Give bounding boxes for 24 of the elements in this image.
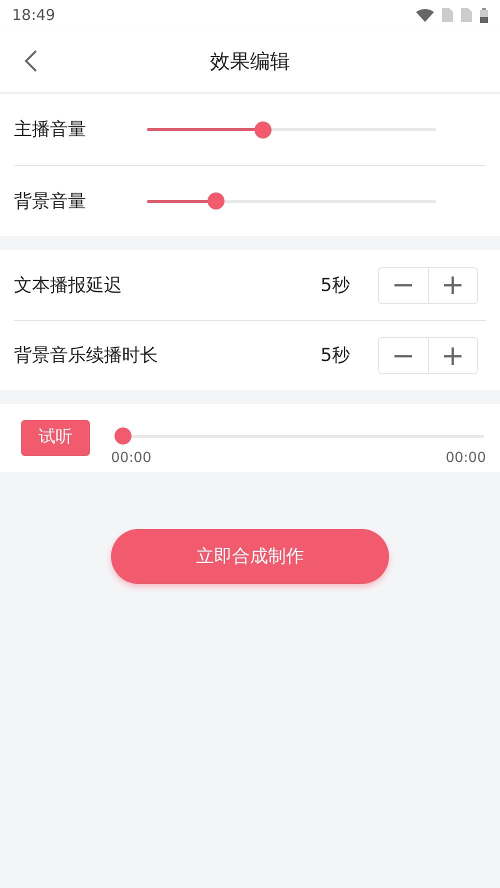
volume-label: 主播音量 [14,118,87,142]
setting-label: 文本播报延迟 [14,274,123,298]
no-sim-icon [442,8,453,22]
no-sim-icon [461,8,472,22]
preview-button[interactable]: 试听 [21,420,90,456]
battery-icon [480,8,488,22]
submit-button[interactable]: 立即合成制作 [111,529,389,584]
setting-label: 背景音乐续播时长 [14,344,159,368]
status-time: 18:49 [12,4,56,26]
increase-button[interactable]: + [428,268,477,302]
slider-thumb[interactable] [254,121,272,138]
volume-label: 背景音量 [14,190,87,214]
setting-value: 5秒 [320,344,350,368]
back-icon[interactable] [24,50,38,72]
total-time: 00:00 [446,448,486,468]
page-title: 效果编辑 [210,48,290,75]
slider-thumb[interactable] [208,192,225,210]
decrease-button[interactable]: − [379,338,428,373]
setting-value: 5秒 [320,274,350,298]
wifi-icon [416,8,434,22]
current-time: 00:00 [111,448,152,468]
decrease-button[interactable]: − [379,268,428,302]
increase-button[interactable]: + [428,338,477,373]
slider-thumb[interactable] [114,428,132,444]
